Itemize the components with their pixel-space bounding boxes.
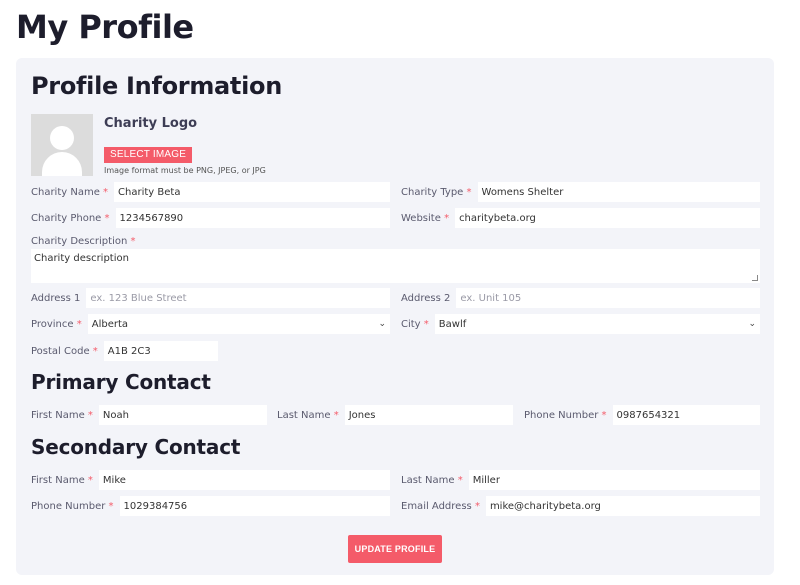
secondary-last-name-field: Last Name * Miller [401,470,760,490]
address1-input[interactable]: ex. 123 Blue Street [86,288,390,308]
chevron-down-icon: ⌄ [748,319,756,329]
select-image-button[interactable]: SELECT IMAGE [104,147,193,163]
avatar-placeholder [31,114,93,176]
avatar-head-shape [50,126,74,150]
charity-phone-label: Charity Phone * [31,212,110,224]
address2-input[interactable]: ex. Unit 105 [456,288,760,308]
secondary-first-name-label: First Name * [31,474,93,486]
secondary-contact-heading: Secondary Contact [31,435,241,459]
profile-card: Profile Information Charity Logo SELECT … [16,58,774,575]
secondary-email-input[interactable]: mike@charitybeta.org [485,496,760,516]
province-value: Alberta [91,318,129,330]
secondary-email-field: Email Address * mike@charitybeta.org [401,496,760,516]
primary-last-name-input[interactable]: Jones [344,405,513,425]
primary-last-name-label: Last Name * [277,409,339,421]
primary-first-name-input[interactable]: Noah [98,405,267,425]
province-label: Province * [31,318,82,330]
primary-phone-input[interactable]: 0987654321 [612,405,760,425]
charity-type-input[interactable]: Womens Shelter [477,182,760,202]
website-label: Website * [401,212,450,224]
city-label: City * [401,318,429,330]
page-title: My Profile [16,8,194,46]
address2-field: Address 2 ex. Unit 105 [401,288,760,308]
charity-description-textarea[interactable]: Charity description [31,249,760,283]
resize-handle-icon[interactable] [752,275,758,281]
postal-code-field: Postal Code * A1B 2C3 [31,341,218,361]
charity-phone-input[interactable]: 1234567890 [115,208,390,228]
secondary-phone-input[interactable]: 1029384756 [119,496,390,516]
secondary-first-name-input[interactable]: Mike [98,470,390,490]
city-value: Bawlf [438,318,467,330]
secondary-last-name-label: Last Name * [401,474,463,486]
profile-information-heading: Profile Information [31,72,282,100]
avatar-body-shape [42,152,82,176]
update-profile-button[interactable]: UPDATE PROFILE [348,535,442,563]
charity-description-text: Charity description [34,253,129,264]
postal-code-label: Postal Code * [31,345,98,357]
charity-type-field: Charity Type * Womens Shelter [401,182,760,202]
secondary-phone-field: Phone Number * 1029384756 [31,496,390,516]
primary-first-name-field: First Name * Noah [31,405,267,425]
charity-logo-label: Charity Logo [104,116,198,131]
province-field: Province * Alberta ⌄ [31,314,390,334]
charity-name-label: Charity Name * [31,186,109,198]
address1-field: Address 1 ex. 123 Blue Street [31,288,390,308]
secondary-phone-label: Phone Number * [31,500,114,512]
charity-description-label: Charity Description * [31,236,136,247]
address1-label: Address 1 [31,292,81,304]
province-select[interactable]: Alberta ⌄ [87,314,390,334]
charity-phone-field: Charity Phone * 1234567890 [31,208,390,228]
postal-code-input[interactable]: A1B 2C3 [103,341,218,361]
chevron-down-icon: ⌄ [378,319,386,329]
primary-phone-label: Phone Number * [524,409,607,421]
secondary-first-name-field: First Name * Mike [31,470,390,490]
primary-first-name-label: First Name * [31,409,93,421]
website-field: Website * charitybeta.org [401,208,760,228]
secondary-email-label: Email Address * [401,500,480,512]
address2-label: Address 2 [401,292,451,304]
charity-name-input[interactable]: Charity Beta [114,182,390,202]
charity-name-field: Charity Name * Charity Beta [31,182,390,202]
primary-phone-field: Phone Number * 0987654321 [524,405,760,425]
primary-contact-heading: Primary Contact [31,370,211,394]
charity-type-label: Charity Type * [401,186,472,198]
website-input[interactable]: charitybeta.org [455,208,760,228]
city-field: City * Bawlf ⌄ [401,314,760,334]
secondary-last-name-input[interactable]: Miller [468,470,760,490]
city-select[interactable]: Bawlf ⌄ [434,314,760,334]
primary-last-name-field: Last Name * Jones [277,405,513,425]
image-format-hint: Image format must be PNG, JPEG, or JPG [104,166,266,175]
